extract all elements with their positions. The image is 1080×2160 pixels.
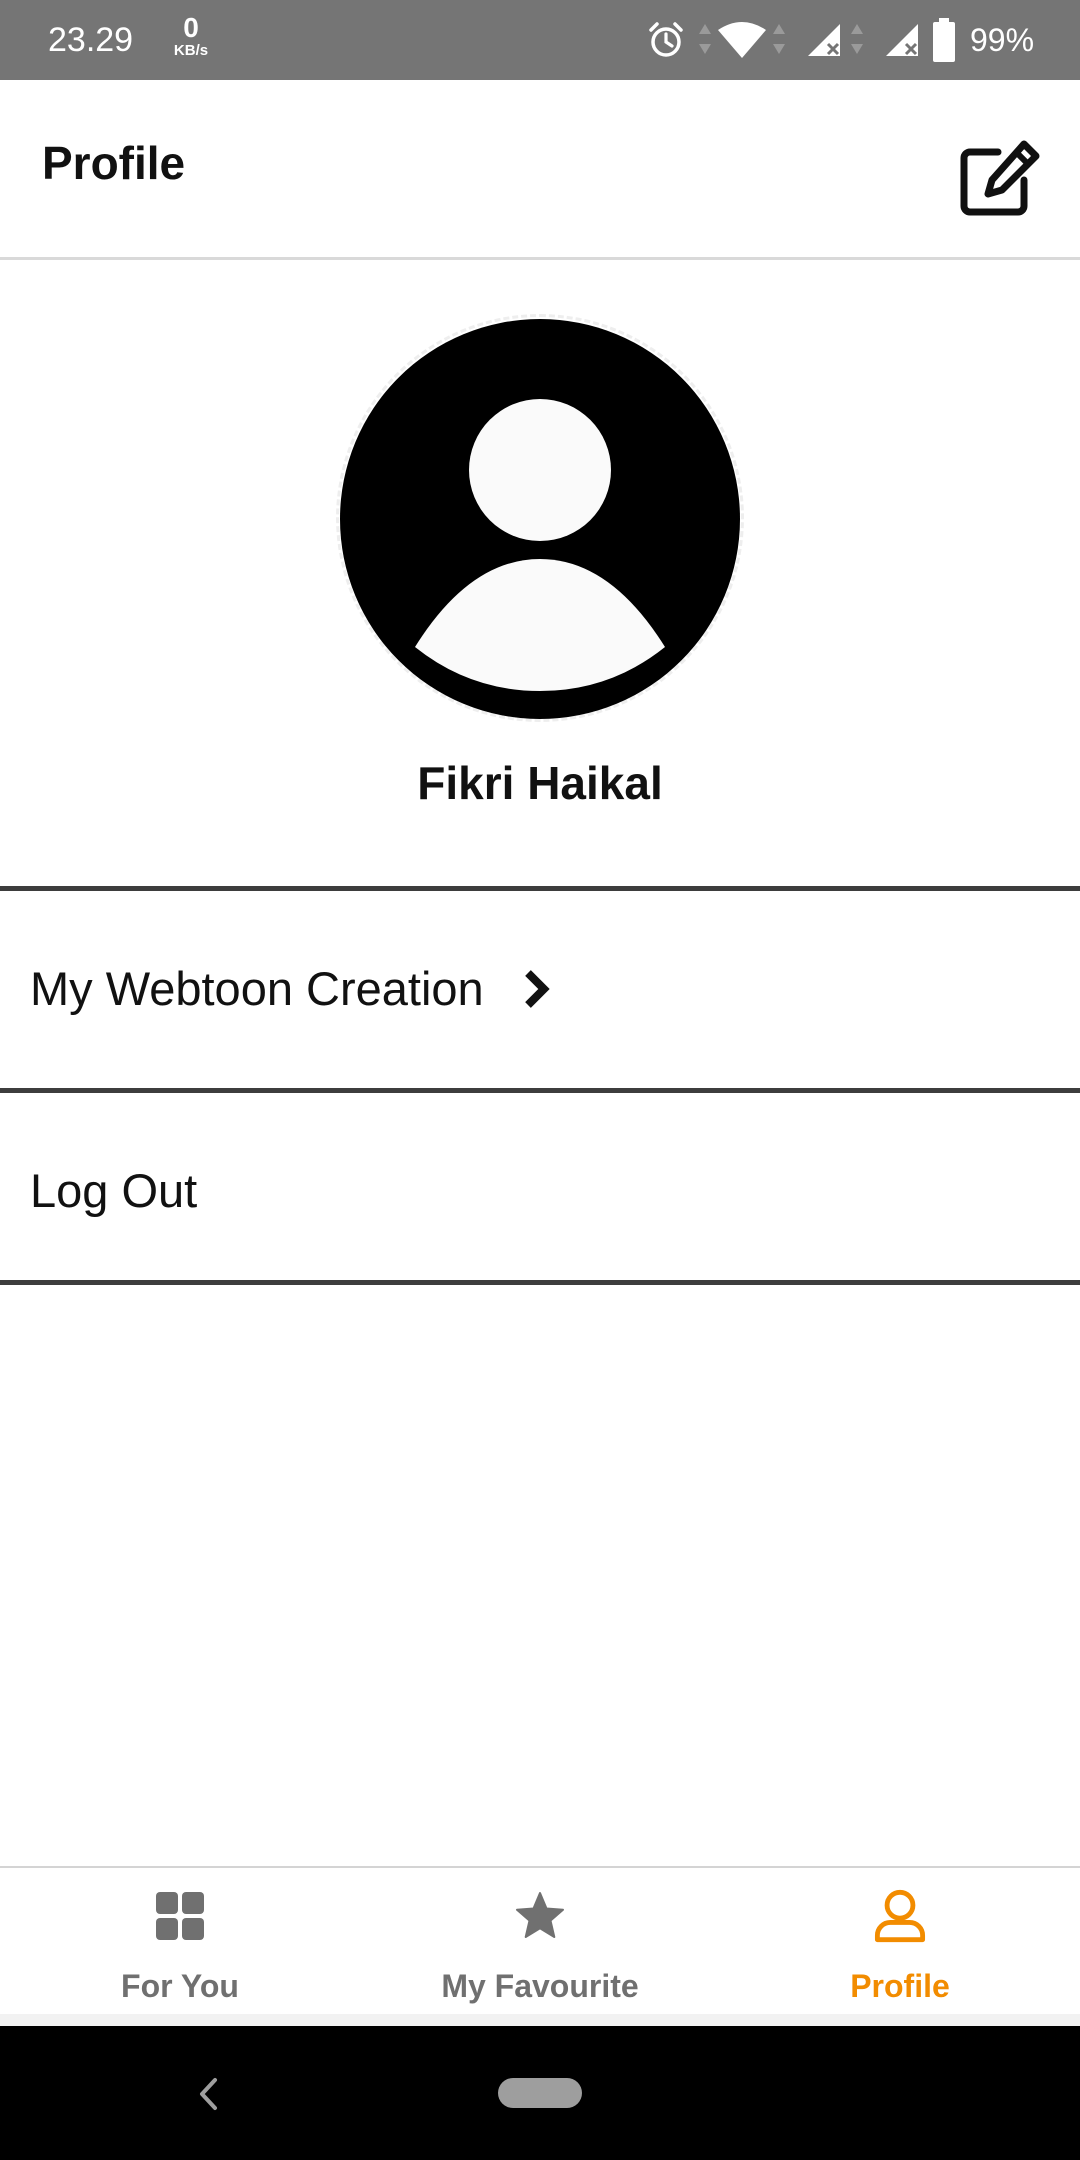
data-activity-icon — [699, 24, 711, 54]
system-navigation-bar — [0, 2026, 1080, 2160]
my-webtoon-creation-label: My Webtoon Creation — [30, 962, 484, 1015]
wifi-icon — [718, 22, 766, 58]
my-webtoon-creation-button[interactable]: My Webtoon Creation — [0, 891, 1080, 1087]
edit-icon — [960, 140, 1040, 216]
signal-icon — [886, 24, 918, 56]
home-pill-icon[interactable] — [498, 2078, 582, 2108]
divider — [0, 1280, 1080, 1285]
bottom-navigation: For You My Favourite Profile — [0, 1866, 1080, 2014]
app-header: Profile — [0, 80, 1080, 260]
status-bar: 23.29 0 KB/s 99% — [0, 0, 1080, 80]
log-out-label: Log Out — [30, 1164, 198, 1217]
page-title: Profile — [42, 137, 186, 189]
nav-bottom-strip — [0, 2014, 1080, 2026]
nav-tab-my-favourite[interactable]: My Favourite — [360, 1868, 720, 2014]
user-avatar-icon[interactable] — [340, 319, 740, 719]
battery-icon — [933, 18, 955, 62]
data-activity-icon — [773, 24, 785, 54]
edit-profile-button[interactable] — [954, 132, 1044, 222]
alarm-icon — [649, 22, 683, 57]
profile-screen: 23.29 0 KB/s 99% Profile Fikri Haikal My… — [0, 0, 1080, 2160]
signal-icon — [808, 24, 840, 56]
nav-tab-for-you[interactable]: For You — [0, 1868, 360, 2014]
user-name: Fikri Haikal — [417, 757, 663, 809]
back-icon[interactable] — [196, 2076, 220, 2112]
grid-icon — [156, 1892, 204, 1940]
user-icon — [874, 1889, 926, 1943]
status-time: 23.29 — [48, 21, 134, 59]
network-speed: 0 KB/s — [166, 12, 216, 59]
battery-percent: 99% — [970, 22, 1035, 58]
star-icon — [516, 1892, 564, 1938]
nav-label-for-you: For You — [121, 1968, 239, 2004]
network-speed-unit: KB/s — [173, 42, 209, 59]
nav-label-profile: Profile — [850, 1968, 950, 2004]
data-activity-icon — [851, 24, 863, 54]
nav-tab-profile[interactable]: Profile — [720, 1868, 1080, 2014]
network-speed-value: 0 — [183, 12, 199, 43]
nav-label-my-favourite: My Favourite — [441, 1968, 639, 2004]
log-out-button[interactable]: Log Out — [0, 1093, 1080, 1280]
chevron-right-icon — [525, 970, 550, 1008]
